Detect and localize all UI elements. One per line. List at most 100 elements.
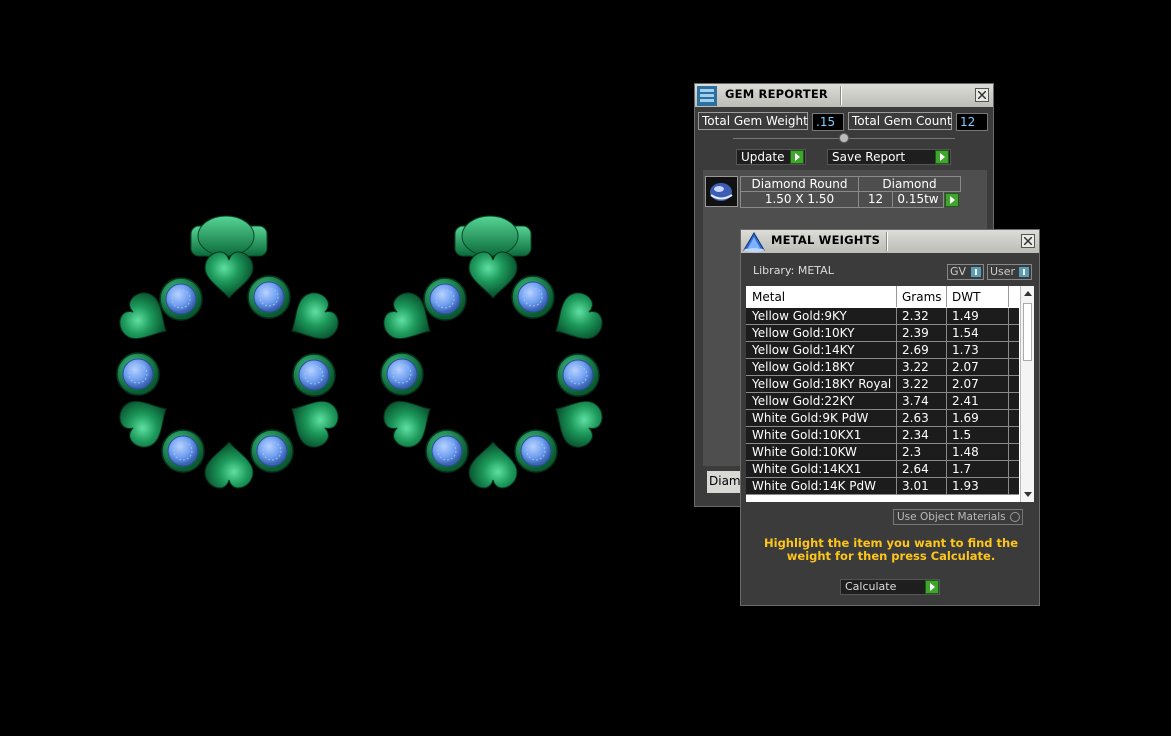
gem-reporter-title: GEM REPORTER — [725, 87, 828, 101]
cell-separator — [896, 308, 897, 324]
grams-cell: 2.69 — [902, 343, 929, 357]
gv-toggle[interactable]: GV — [947, 264, 984, 280]
metal-name-cell: Yellow Gold:9KY — [752, 309, 847, 323]
table-row[interactable]: Yellow Gold:18KY Royal 3.22 2.07 — [746, 376, 1019, 393]
table-row[interactable]: White Gold:10KW 2.3 1.48 — [746, 444, 1019, 461]
gem-reporter-titlebar[interactable]: GEM REPORTER — [695, 84, 993, 107]
cell-separator — [946, 325, 947, 341]
save-report-go-icon[interactable] — [935, 150, 949, 164]
metal-weights-icon — [743, 232, 765, 252]
dwt-cell: 1.54 — [952, 326, 979, 340]
table-scrollbar[interactable] — [1020, 286, 1034, 502]
scroll-thumb[interactable] — [1023, 303, 1032, 361]
calculate-go-icon[interactable] — [925, 580, 939, 594]
cell-separator — [1008, 444, 1009, 460]
calculate-label: Calculate — [845, 580, 897, 593]
column-header-grams[interactable]: Grams — [902, 290, 942, 304]
update-go-icon[interactable] — [790, 150, 804, 164]
dwt-cell: 1.5 — [952, 428, 972, 442]
grams-cell: 3.22 — [902, 360, 929, 374]
scroll-up-icon[interactable] — [1024, 291, 1032, 296]
cell-separator — [946, 376, 947, 392]
cell-separator — [946, 427, 947, 443]
earring-model-left[interactable] — [114, 216, 344, 488]
metal-weights-panel: METAL WEIGHTS Library: METAL GV User Met… — [740, 229, 1040, 606]
cell-separator — [946, 444, 947, 460]
metal-name-cell: Yellow Gold:10KY — [752, 326, 855, 340]
column-separator — [896, 286, 897, 307]
grams-cell: 2.32 — [902, 309, 929, 323]
dwt-cell: 2.41 — [952, 394, 979, 408]
use-object-materials-toggle[interactable]: Use Object Materials — [893, 509, 1023, 525]
cell-separator — [1008, 461, 1009, 477]
gem-row-go-icon[interactable] — [945, 193, 959, 207]
total-gem-count-label: Total Gem Count — [848, 112, 952, 130]
grams-cell: 3.74 — [902, 394, 929, 408]
metal-weights-close-button[interactable] — [1021, 234, 1035, 248]
table-row[interactable]: White Gold:9K PdW 2.63 1.69 — [746, 410, 1019, 427]
metal-name-cell: Yellow Gold:18KY Royal — [752, 377, 892, 391]
user-toggle[interactable]: User — [987, 264, 1032, 280]
table-row[interactable]: Yellow Gold:22KY 3.74 2.41 — [746, 393, 1019, 410]
viewport-3d[interactable] — [0, 0, 680, 736]
total-gem-weight-value: .15 — [812, 113, 844, 131]
table-row[interactable]: Yellow Gold:18KY 3.22 2.07 — [746, 359, 1019, 376]
scroll-down-icon[interactable] — [1024, 492, 1032, 497]
save-report-button[interactable]: Save Report — [827, 149, 951, 165]
toggle-knob-icon — [1019, 267, 1029, 277]
metal-name-cell: White Gold:10KX1 — [752, 428, 862, 442]
table-row[interactable]: Yellow Gold:14KY 2.69 1.73 — [746, 342, 1019, 359]
radio-icon — [1010, 512, 1020, 522]
gem-count-cell: 12 — [858, 191, 892, 208]
close-icon — [978, 91, 986, 99]
titlebar-divider — [840, 86, 841, 105]
metal-name-cell: White Gold:10KW — [752, 445, 857, 459]
table-row[interactable]: Yellow Gold:9KY 2.32 1.49 — [746, 308, 1019, 325]
cell-separator — [896, 342, 897, 358]
diamond-tab[interactable]: Diamond — [707, 471, 741, 493]
metal-name-cell: White Gold:14K PdW — [752, 479, 877, 493]
gem-reporter-icon — [697, 86, 717, 106]
table-row[interactable]: Yellow Gold:10KY 2.39 1.54 — [746, 325, 1019, 342]
toggle-knob-icon — [971, 267, 981, 277]
dwt-cell: 1.7 — [952, 462, 972, 476]
cell-separator — [946, 308, 947, 324]
metal-name-cell: Yellow Gold:14KY — [752, 343, 855, 357]
metal-weights-table[interactable]: Metal Grams DWT Yellow Gold:9KY 2.32 1.49 Y… — [746, 286, 1034, 502]
cell-separator — [946, 410, 947, 426]
column-header-metal[interactable]: Metal — [752, 290, 785, 304]
metal-weights-titlebar[interactable]: METAL WEIGHTS — [741, 230, 1039, 253]
dwt-cell: 1.48 — [952, 445, 979, 459]
cell-separator — [946, 461, 947, 477]
cell-separator — [896, 376, 897, 392]
library-label: Library: METAL — [753, 264, 834, 277]
metal-name-cell: Yellow Gold:18KY — [752, 360, 855, 374]
dwt-cell: 1.49 — [952, 309, 979, 323]
grams-cell: 3.22 — [902, 377, 929, 391]
cell-separator — [896, 359, 897, 375]
cell-separator — [1008, 393, 1009, 409]
table-row[interactable]: White Gold:14KX1 2.64 1.7 — [746, 461, 1019, 478]
table-row[interactable]: White Gold:10KX1 2.34 1.5 — [746, 427, 1019, 444]
grams-cell: 2.3 — [902, 445, 922, 459]
table-row[interactable]: White Gold:14K PdW 3.01 1.93 — [746, 478, 1019, 495]
save-report-label: Save Report — [832, 150, 906, 164]
gem-reporter-close-button[interactable] — [975, 88, 989, 102]
table-header: Metal Grams DWT — [746, 286, 1020, 307]
gem-shape-cell: Diamond Round — [740, 176, 858, 192]
cell-separator — [896, 325, 897, 341]
cell-separator — [1008, 359, 1009, 375]
gem-weight-cell: 0.15tw — [892, 191, 944, 208]
column-header-dwt[interactable]: DWT — [952, 290, 980, 304]
grams-cell: 2.63 — [902, 411, 929, 425]
total-gem-count-value: 12 — [956, 113, 988, 131]
diamond-thumbnail-icon — [705, 176, 738, 207]
cell-separator — [1008, 478, 1009, 494]
cell-separator — [896, 393, 897, 409]
gem-material-cell: Diamond — [858, 176, 961, 192]
earring-model-right[interactable] — [378, 216, 608, 488]
dwt-cell: 1.73 — [952, 343, 979, 357]
separator-slider-knob[interactable] — [839, 133, 849, 143]
cell-separator — [946, 478, 947, 494]
metal-name-cell: Yellow Gold:22KY — [752, 394, 855, 408]
